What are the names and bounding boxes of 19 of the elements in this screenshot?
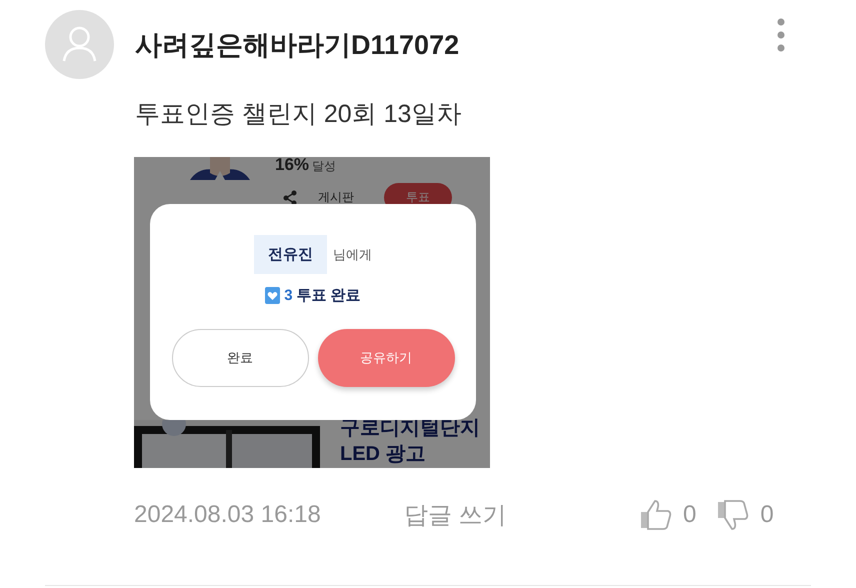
progress-text: 16% 달성 [275, 157, 336, 175]
more-icon[interactable] [776, 16, 786, 52]
vote-count: 3 [284, 287, 293, 304]
banner-text: 구로디지털단지 [340, 416, 480, 441]
comment-text: 투표인증 챌린지 20회 13일차 [135, 99, 462, 130]
done-button[interactable]: 완료 [172, 329, 308, 387]
vote-result: 투표 완료 [296, 286, 361, 305]
comment-date: 2024.08.03 16:18 [134, 501, 322, 529]
recipient-name: 전유진 [254, 235, 327, 274]
like-count: 0 [683, 501, 696, 529]
banner-text: LED 광고 [340, 442, 427, 467]
recipient-suffix: 님에게 [333, 246, 372, 264]
share-button[interactable]: 공유하기 [318, 329, 454, 387]
thumbs-up-icon[interactable] [639, 498, 673, 532]
thumbs-down-icon[interactable] [716, 498, 750, 532]
author-name: 사려깊은해바라기D117072 [135, 28, 460, 62]
dislike-count: 0 [760, 501, 774, 529]
reply-link[interactable]: 답글 쓰기 [404, 499, 639, 531]
avatar-icon [45, 10, 114, 79]
